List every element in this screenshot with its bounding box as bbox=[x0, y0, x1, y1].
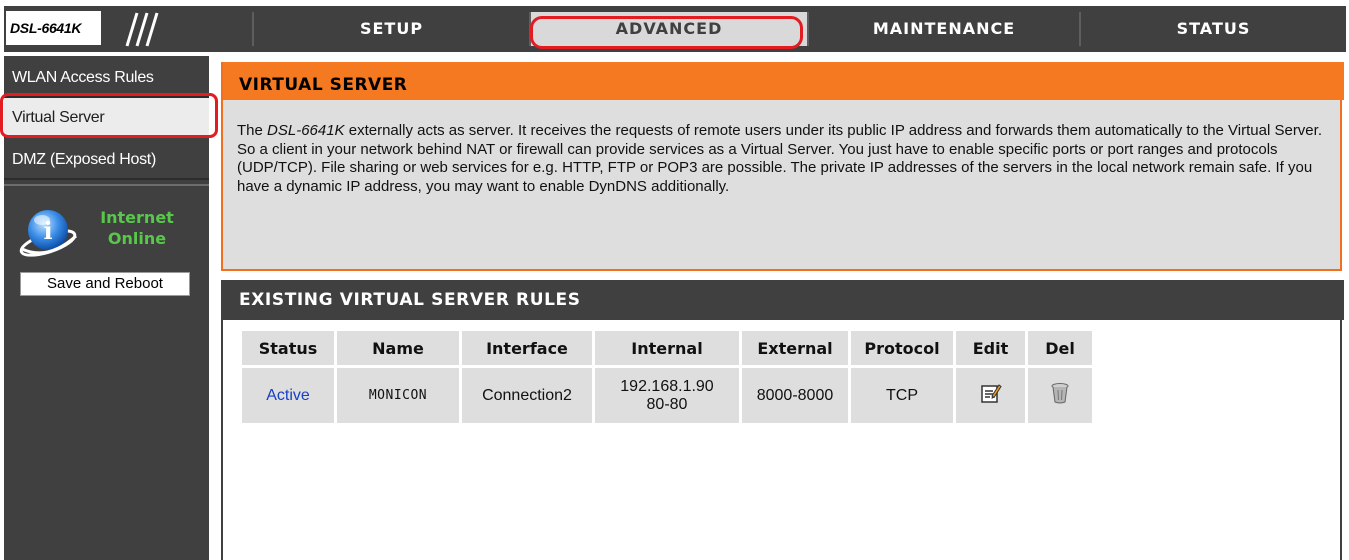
table-header-row: Status Name Interface Internal External … bbox=[242, 331, 1092, 365]
internet-globe-icon: i bbox=[19, 210, 77, 257]
rule-edit-cell bbox=[956, 368, 1025, 423]
edit-icon[interactable] bbox=[980, 382, 1002, 404]
rule-external: 8000-8000 bbox=[742, 368, 848, 423]
description-body: externally acts as server. It receives t… bbox=[237, 122, 1322, 195]
tab-setup[interactable]: SETUP bbox=[252, 12, 529, 46]
description-prefix: The bbox=[237, 122, 268, 139]
save-and-reboot-button[interactable]: Save and Reboot bbox=[20, 272, 190, 296]
advanced-tab-highlight bbox=[530, 16, 803, 49]
trash-icon[interactable] bbox=[1050, 382, 1070, 404]
table-row: Active MONICON Connection2 192.168.1.90 … bbox=[242, 368, 1092, 423]
rule-protocol: TCP bbox=[851, 368, 953, 423]
tab-maintenance[interactable]: MAINTENANCE bbox=[807, 12, 1079, 46]
rules-panel: EXISTING VIRTUAL SERVER RULES Status Nam… bbox=[221, 280, 1344, 560]
rules-table: Status Name Interface Internal External … bbox=[239, 328, 1095, 426]
rule-status[interactable]: Active bbox=[242, 368, 334, 423]
column-header-protocol: Protocol bbox=[851, 331, 953, 365]
tab-status[interactable]: STATUS bbox=[1079, 12, 1346, 46]
column-header-external: External bbox=[742, 331, 848, 365]
description-model: DSL-6641K bbox=[267, 122, 345, 139]
column-header-internal: Internal bbox=[595, 331, 739, 365]
model-logo: DSL-6641K bbox=[6, 11, 101, 45]
virtual-server-panel: VIRTUAL SERVER The DSL-6641K externally … bbox=[221, 62, 1344, 271]
virtual-server-description: The DSL-6641K externally acts as server.… bbox=[237, 122, 1332, 196]
virtual-server-title: VIRTUAL SERVER bbox=[223, 62, 1344, 100]
internet-status-line2: Online bbox=[107, 229, 167, 248]
column-header-status: Status bbox=[242, 331, 334, 365]
svg-text:i: i bbox=[43, 216, 52, 245]
rule-interface: Connection2 bbox=[462, 368, 592, 423]
sidebar-divider bbox=[4, 184, 209, 186]
sidebar-item-dmz[interactable]: DMZ (Exposed Host) bbox=[4, 140, 209, 180]
sidebar-item-wlan-access-rules[interactable]: WLAN Access Rules bbox=[4, 58, 209, 98]
column-header-del: Del bbox=[1028, 331, 1092, 365]
column-header-interface: Interface bbox=[462, 331, 592, 365]
logo-slashes-icon bbox=[125, 12, 159, 47]
rule-internal: 192.168.1.90 80-80 bbox=[595, 368, 739, 423]
column-header-edit: Edit bbox=[956, 331, 1025, 365]
rule-del-cell bbox=[1028, 368, 1092, 423]
internet-status: Internet Online bbox=[82, 207, 192, 249]
column-header-name: Name bbox=[337, 331, 459, 365]
virtual-server-highlight bbox=[0, 93, 218, 138]
rules-title: EXISTING VIRTUAL SERVER RULES bbox=[223, 280, 1344, 320]
rule-internal-ports: 80-80 bbox=[646, 395, 688, 413]
rule-name: MONICON bbox=[337, 368, 459, 423]
rule-internal-ip: 192.168.1.90 bbox=[620, 377, 714, 395]
internet-status-line1: Internet bbox=[100, 208, 174, 227]
